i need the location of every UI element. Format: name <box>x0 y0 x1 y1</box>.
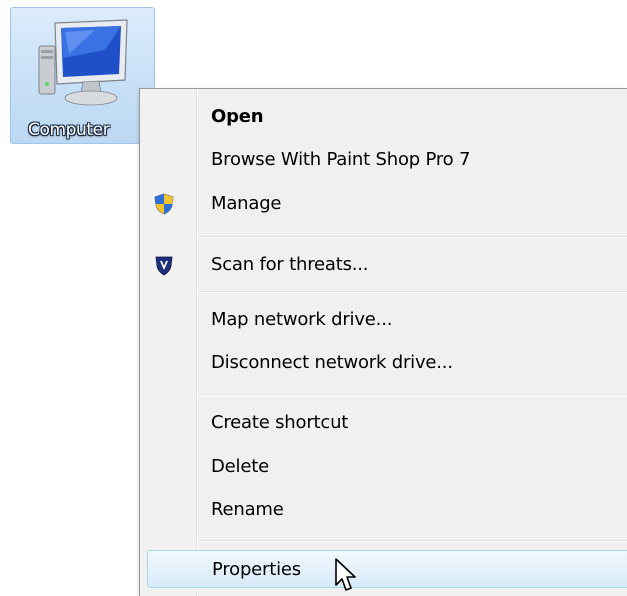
menu-item-label: Map network drive... <box>211 309 393 330</box>
menu-separator <box>198 394 627 396</box>
menu-item-manage[interactable]: Manage <box>140 186 627 222</box>
menu-item-label: Scan for threats... <box>211 254 369 275</box>
arrow-cursor-icon <box>335 558 356 591</box>
menu-item-browse-paint-shop[interactable]: Browse With Paint Shop Pro 7 <box>140 142 627 178</box>
menu-item-label: Manage <box>211 193 282 214</box>
menu-item-label: Delete <box>211 456 269 477</box>
menu-separator <box>198 236 627 238</box>
desktop-icon-computer[interactable]: Computer <box>10 7 155 144</box>
desktop-icon-label: Computer <box>28 120 110 140</box>
menu-item-label: Rename <box>211 499 284 520</box>
menu-item-label: Open <box>211 106 264 127</box>
menu-item-label: Create shortcut <box>211 412 349 433</box>
menu-item-delete[interactable]: Delete <box>140 449 627 485</box>
menu-item-disconnect-network-drive[interactable]: Disconnect network drive... <box>140 345 627 381</box>
uac-shield-icon <box>154 193 174 215</box>
computer-icon <box>38 19 128 106</box>
context-menu: Open Browse With Paint Shop Pro 7 Manage… <box>139 88 627 596</box>
menu-item-label: Browse With Paint Shop Pro 7 <box>211 149 471 170</box>
menu-item-map-network-drive[interactable]: Map network drive... <box>140 302 627 338</box>
menu-item-create-shortcut[interactable]: Create shortcut <box>140 405 627 441</box>
menu-item-scan-threats[interactable]: Scan for threats... <box>140 247 627 283</box>
menu-separator <box>198 291 627 293</box>
menu-item-label: Properties <box>212 559 301 580</box>
menu-item-open[interactable]: Open <box>140 99 627 135</box>
menu-item-properties[interactable]: Properties <box>147 550 627 588</box>
menu-item-label: Disconnect network drive... <box>211 352 453 373</box>
menu-item-rename[interactable]: Rename <box>140 492 627 528</box>
antivirus-shield-icon <box>155 256 173 276</box>
menu-separator <box>198 540 627 542</box>
